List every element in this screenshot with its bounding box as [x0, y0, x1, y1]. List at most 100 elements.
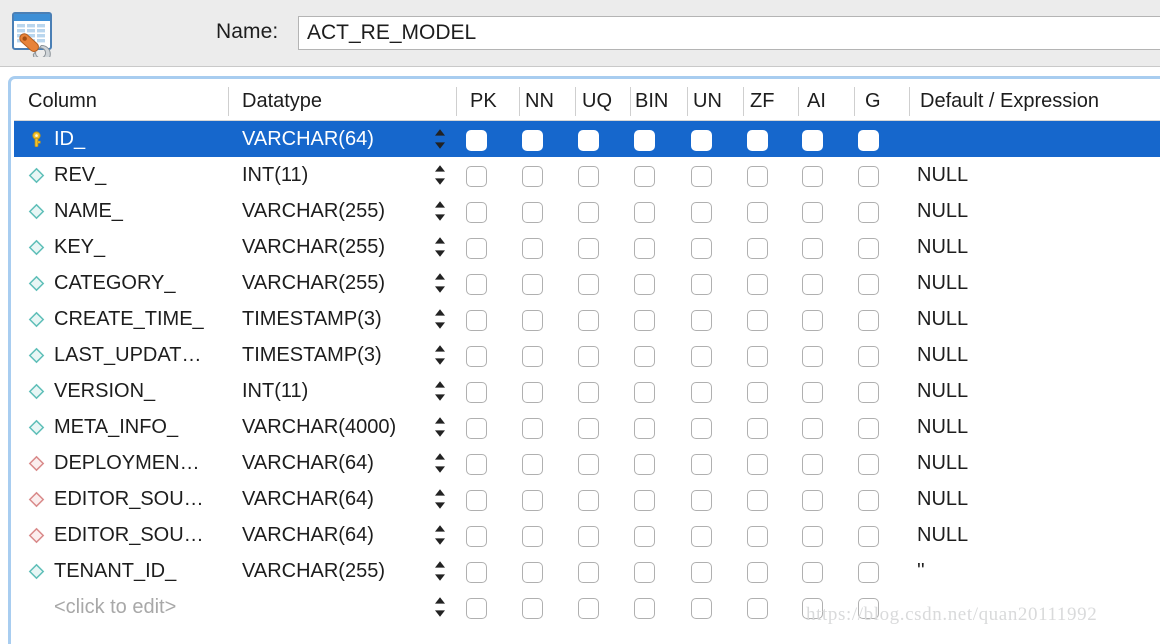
- checkbox-ai[interactable]: [802, 202, 823, 223]
- datatype-cell[interactable]: VARCHAR(64): [242, 445, 424, 481]
- header-pk[interactable]: PK: [470, 82, 497, 121]
- checkbox-bin[interactable]: [634, 310, 655, 331]
- datatype-stepper[interactable]: [430, 127, 450, 151]
- header-nn[interactable]: NN: [525, 82, 554, 121]
- checkbox-ai[interactable]: [802, 274, 823, 295]
- checkbox-bin[interactable]: [634, 454, 655, 475]
- column-name-cell[interactable]: EDITOR_SOU…: [14, 481, 228, 517]
- table-row[interactable]: DEPLOYMEN… VARCHAR(64) NULL: [14, 445, 1160, 481]
- header-column[interactable]: Column: [28, 82, 97, 121]
- header-separator[interactable]: [909, 87, 910, 116]
- column-name-cell[interactable]: META_INFO_: [14, 409, 228, 445]
- checkbox-un[interactable]: [691, 166, 712, 187]
- checkbox-nn[interactable]: [522, 418, 543, 439]
- checkbox-uq[interactable]: [578, 274, 599, 295]
- checkbox-bin[interactable]: [634, 382, 655, 403]
- checkbox-bin[interactable]: [634, 202, 655, 223]
- header-separator[interactable]: [687, 87, 688, 116]
- column-name-cell[interactable]: REV_: [14, 157, 228, 193]
- table-name-input[interactable]: ACT_RE_MODEL: [298, 16, 1160, 50]
- checkbox-nn[interactable]: [522, 526, 543, 547]
- checkbox-g[interactable]: [858, 418, 879, 439]
- table-row[interactable]: META_INFO_ VARCHAR(4000) NULL: [14, 409, 1160, 445]
- checkbox-nn[interactable]: [522, 202, 543, 223]
- default-expression-cell[interactable]: [917, 121, 1157, 157]
- datatype-cell[interactable]: INT(11): [242, 373, 424, 409]
- checkbox-uq[interactable]: [578, 598, 599, 619]
- table-row[interactable]: NAME_ VARCHAR(255) NULL: [14, 193, 1160, 229]
- checkbox-uq[interactable]: [578, 166, 599, 187]
- column-name-cell[interactable]: TENANT_ID_: [14, 553, 228, 589]
- checkbox-ai[interactable]: [802, 166, 823, 187]
- datatype-stepper[interactable]: [430, 271, 450, 295]
- datatype-cell[interactable]: VARCHAR(255): [242, 553, 424, 589]
- checkbox-g[interactable]: [858, 274, 879, 295]
- checkbox-un[interactable]: [691, 238, 712, 259]
- column-name-cell[interactable]: ID_: [14, 121, 228, 157]
- checkbox-pk[interactable]: [466, 130, 487, 151]
- datatype-cell[interactable]: TIMESTAMP(3): [242, 301, 424, 337]
- checkbox-ai[interactable]: [802, 310, 823, 331]
- default-expression-cell[interactable]: NULL: [917, 301, 1157, 337]
- table-row[interactable]: EDITOR_SOU… VARCHAR(64) NULL: [14, 517, 1160, 553]
- table-row[interactable]: KEY_ VARCHAR(255) NULL: [14, 229, 1160, 265]
- checkbox-un[interactable]: [691, 454, 712, 475]
- checkbox-zf[interactable]: [747, 166, 768, 187]
- datatype-stepper[interactable]: [430, 163, 450, 187]
- checkbox-nn[interactable]: [522, 130, 543, 151]
- datatype-cell[interactable]: VARCHAR(64): [242, 121, 424, 157]
- checkbox-un[interactable]: [691, 346, 712, 367]
- checkbox-nn[interactable]: [522, 454, 543, 475]
- default-expression-cell[interactable]: NULL: [917, 517, 1157, 553]
- header-separator[interactable]: [630, 87, 631, 116]
- datatype-stepper[interactable]: [430, 523, 450, 547]
- datatype-cell[interactable]: VARCHAR(4000): [242, 409, 424, 445]
- datatype-stepper[interactable]: [430, 415, 450, 439]
- column-name-cell[interactable]: KEY_: [14, 229, 228, 265]
- checkbox-uq[interactable]: [578, 202, 599, 223]
- datatype-stepper[interactable]: [430, 487, 450, 511]
- checkbox-g[interactable]: [858, 346, 879, 367]
- checkbox-g[interactable]: [858, 526, 879, 547]
- column-name-cell[interactable]: NAME_: [14, 193, 228, 229]
- checkbox-pk[interactable]: [466, 454, 487, 475]
- default-expression-cell[interactable]: NULL: [917, 337, 1157, 373]
- header-default[interactable]: Default / Expression: [920, 82, 1099, 121]
- header-separator[interactable]: [519, 87, 520, 116]
- datatype-cell[interactable]: VARCHAR(255): [242, 229, 424, 265]
- checkbox-pk[interactable]: [466, 418, 487, 439]
- checkbox-g[interactable]: [858, 454, 879, 475]
- table-row[interactable]: <click to edit>: [14, 589, 1160, 625]
- checkbox-zf[interactable]: [747, 130, 768, 151]
- checkbox-zf[interactable]: [747, 454, 768, 475]
- datatype-stepper[interactable]: [430, 595, 450, 619]
- default-expression-cell[interactable]: NULL: [917, 481, 1157, 517]
- default-expression-cell[interactable]: NULL: [917, 229, 1157, 265]
- checkbox-g[interactable]: [858, 382, 879, 403]
- checkbox-g[interactable]: [858, 130, 879, 151]
- datatype-cell[interactable]: TIMESTAMP(3): [242, 337, 424, 373]
- checkbox-bin[interactable]: [634, 490, 655, 511]
- table-row[interactable]: VERSION_ INT(11) NULL: [14, 373, 1160, 409]
- datatype-cell[interactable]: [242, 589, 424, 625]
- header-datatype[interactable]: Datatype: [242, 82, 322, 121]
- header-bin[interactable]: BIN: [635, 82, 668, 121]
- checkbox-uq[interactable]: [578, 562, 599, 583]
- checkbox-g[interactable]: [858, 238, 879, 259]
- checkbox-uq[interactable]: [578, 238, 599, 259]
- checkbox-un[interactable]: [691, 130, 712, 151]
- checkbox-zf[interactable]: [747, 274, 768, 295]
- checkbox-un[interactable]: [691, 310, 712, 331]
- checkbox-pk[interactable]: [466, 238, 487, 259]
- checkbox-bin[interactable]: [634, 130, 655, 151]
- checkbox-zf[interactable]: [747, 526, 768, 547]
- table-row[interactable]: CATEGORY_ VARCHAR(255) NULL: [14, 265, 1160, 301]
- default-expression-cell[interactable]: NULL: [917, 373, 1157, 409]
- header-separator[interactable]: [228, 87, 229, 116]
- checkbox-nn[interactable]: [522, 238, 543, 259]
- checkbox-nn[interactable]: [522, 562, 543, 583]
- checkbox-zf[interactable]: [747, 418, 768, 439]
- checkbox-g[interactable]: [858, 310, 879, 331]
- checkbox-g[interactable]: [858, 598, 879, 619]
- checkbox-nn[interactable]: [522, 274, 543, 295]
